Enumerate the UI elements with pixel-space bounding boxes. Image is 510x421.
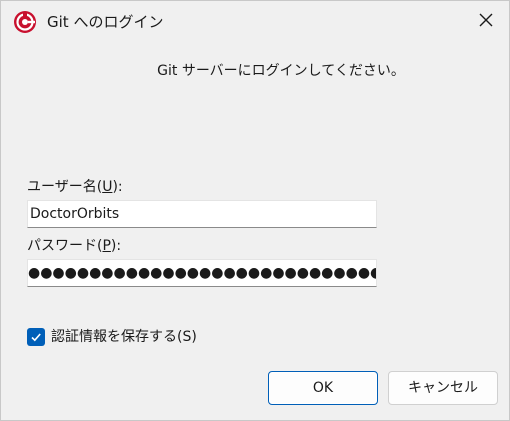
password-input[interactable]: ●●●●●●●●●●●●●●●●●●●●●●●●●●●●●●●●●● [27,259,377,287]
username-label-mnemonic: U [102,179,113,195]
cancel-button[interactable]: キャンセル [388,371,498,405]
git-login-dialog: Git へのログイン Git サーバーにログインしてください。 ユーザー名(U)… [0,0,510,421]
username-value: DoctorOrbits [30,206,120,222]
password-label-suffix: ): [110,238,122,254]
save-credentials-option[interactable]: 認証情報を保存する(S) [27,327,197,347]
login-prompt-message: Git サーバーにログインしてください。 [157,63,405,79]
save-credentials-checkbox[interactable] [27,328,45,346]
username-label: ユーザー名(U): [27,177,123,197]
password-masked-value: ●●●●●●●●●●●●●●●●●●●●●●●●●●●●●●●●●● [28,265,376,281]
ok-button[interactable]: OK [268,371,378,405]
close-button[interactable] [463,1,509,43]
title-bar[interactable]: Git へのログイン [1,1,509,43]
git-login-app-icon [13,10,37,34]
checkmark-icon [30,328,42,347]
close-icon [478,12,494,32]
password-label-prefix: パスワード( [27,238,103,254]
username-label-suffix: ): [112,179,123,195]
password-label-mnemonic: P [102,238,111,254]
password-label: パスワード(P): [27,236,121,256]
window-title: Git へのログイン [47,13,164,31]
username-input[interactable]: DoctorOrbits [27,200,377,228]
username-label-prefix: ユーザー名( [27,179,103,195]
save-credentials-label: 認証情報を保存する(S) [51,329,197,345]
